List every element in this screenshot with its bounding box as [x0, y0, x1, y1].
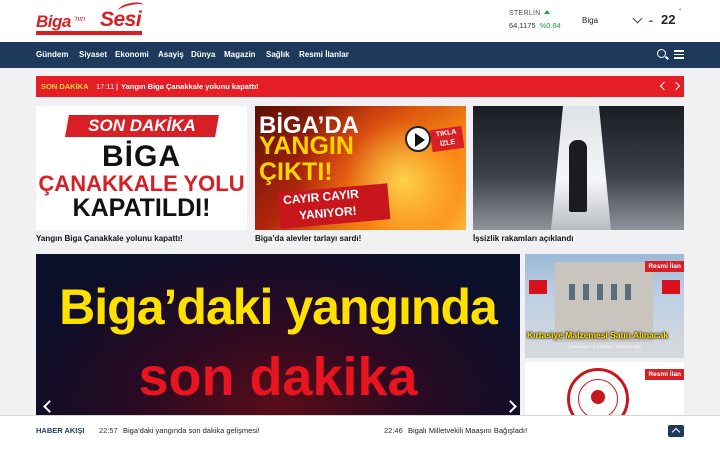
site-logo[interactable]: Biga 'nın Sesi — [36, 0, 145, 37]
scroll-up-button[interactable] — [668, 425, 684, 437]
nav-item-resmi-ilanlar[interactable]: Resmi İlanlar — [299, 50, 349, 59]
temperature-value: 22 — [661, 12, 676, 27]
main-nav: Gündem Siyaset Ekonomi Asayiş Dünya Maga… — [0, 42, 720, 68]
chevron-down-icon[interactable] — [632, 13, 643, 24]
currency-change: %0.84 — [539, 21, 561, 30]
breaking-separator: | — [116, 82, 118, 91]
image-text-line: ÇIKTI! — [259, 158, 333, 186]
degree-symbol: ° — [679, 9, 682, 15]
official-notice-badge: Resmi İlan — [645, 369, 684, 380]
top-header: Biga 'nın Sesi STERLİN 64,1175 %0.84 Biga… — [0, 0, 720, 42]
nav-item-siyaset[interactable]: Siyaset — [79, 50, 107, 59]
headline-slider[interactable]: Biga’daki yangında son dakika — [36, 254, 520, 419]
image-text-banner: SON DAKİKA — [88, 116, 196, 135]
nav-item-gundem[interactable]: Gündem — [36, 50, 68, 59]
logo-underline — [36, 31, 142, 35]
flag-icon — [529, 280, 547, 294]
news-image[interactable]: BİGA’DA YANGIN ÇIKTI! CAYIR CAYIR YANIYO… — [255, 106, 466, 230]
partly-cloudy-icon: ☁ — [648, 18, 653, 24]
hamburger-menu-icon[interactable] — [674, 50, 684, 59]
breaking-time: 17:11 — [96, 82, 115, 91]
official-notice-badge: Resmi İlan — [645, 261, 684, 272]
currency-value: 64,1175 — [509, 21, 536, 30]
nav-item-saglik[interactable]: Sağlık — [266, 50, 290, 59]
news-image[interactable] — [473, 106, 684, 230]
breaking-news-bar: SON DAKİKA 17:11 | Yangın Biga Çanakkale… — [36, 76, 684, 97]
chevron-left-icon[interactable] — [659, 81, 669, 91]
nav-item-dunya[interactable]: Dünya — [191, 50, 215, 59]
breaking-headline[interactable]: Yangın Biga Çanakkale yolunu kapattı! — [121, 82, 259, 91]
currency-widget[interactable]: STERLİN 64,1175 %0.84 — [509, 10, 561, 30]
flag-icon — [662, 280, 680, 294]
logo-text-biga: Biga — [36, 12, 71, 31]
side-news-source: ÇANAKKALE İL EMNİYET MÜDÜRLÜĞÜ — [567, 344, 642, 349]
news-image[interactable]: SON DAKİKA BİGA ÇANAKKALE YOLU KAPATILDI… — [36, 106, 247, 230]
nav-item-ekonomi[interactable]: Ekonomi — [115, 50, 149, 59]
trend-up-icon — [543, 10, 550, 14]
image-text-line: KAPATILDI! — [72, 194, 211, 222]
news-card[interactable]: SON DAKİKA BİGA ÇANAKKALE YOLU KAPATILDI… — [36, 106, 247, 244]
ticker-label: HABER AKIŞI — [36, 426, 85, 435]
ticker-item[interactable]: Bigalı Milletvekili Maaşını Bağışladı! — [408, 426, 527, 435]
city-select[interactable]: Biga — [582, 16, 598, 25]
currency-name: STERLİN — [509, 10, 541, 17]
side-news-card[interactable]: Resmi İlan — [525, 362, 684, 422]
walking-man-silhouette — [569, 140, 587, 212]
logo-text-nin: 'nın — [74, 16, 86, 23]
image-text-line: YANGIN — [259, 132, 354, 160]
news-feed-ticker: HABER AKIŞI 22:57 Biga’daki yangında son… — [0, 415, 720, 450]
image-text-line: BİGA — [102, 140, 181, 173]
ticker-item[interactable]: Biga’daki yangında son dakika gelişmesi! — [123, 426, 260, 435]
ticker-time: 22:46 — [384, 426, 403, 435]
search-icon[interactable] — [657, 49, 666, 58]
news-card[interactable]: İşsizlik rakamları açıklandı — [473, 106, 684, 244]
news-caption[interactable]: Biga’da alevler tarlayı sardı! — [255, 234, 466, 244]
nav-item-magazin[interactable]: Magazin — [224, 50, 256, 59]
nav-item-asayis[interactable]: Asayiş — [158, 50, 184, 59]
news-card[interactable]: BİGA’DA YANGIN ÇIKTI! CAYIR CAYIR YANIYO… — [255, 106, 466, 244]
play-icon[interactable] — [405, 126, 431, 152]
side-news-card[interactable]: Resmi İlan Kırtasiye Malzemesi Satın Alı… — [525, 254, 684, 358]
news-caption[interactable]: İşsizlik rakamları açıklandı — [473, 234, 684, 244]
side-news-caption[interactable]: Kırtasiye Malzemesi Satın Alınacak — [525, 330, 684, 340]
slider-headline: son dakika — [138, 347, 418, 407]
breaking-label: SON DAKİKA — [41, 82, 89, 91]
chevron-right-icon[interactable] — [671, 81, 681, 91]
ticker-time: 22:57 — [99, 426, 118, 435]
news-caption[interactable]: Yangın Biga Çanakkale yolunu kapattı! — [36, 234, 247, 244]
watch-badge[interactable]: TIKLA İZLE — [429, 125, 465, 153]
slider-headline: Biga’daki yangında — [59, 279, 498, 335]
